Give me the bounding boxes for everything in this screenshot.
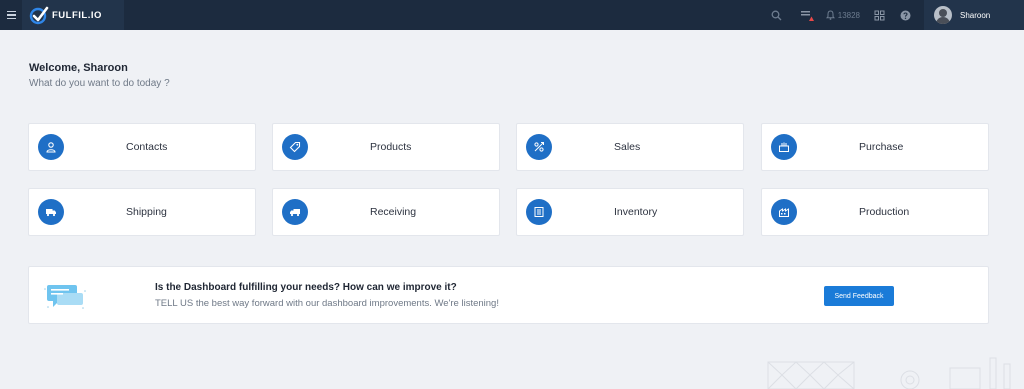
fulfil-logo-icon bbox=[29, 6, 49, 25]
welcome-subtitle: What do you want to do today ? bbox=[29, 78, 170, 89]
notifications[interactable]: 13828 bbox=[825, 10, 860, 20]
top-bar: FULFIL.IO 13828 Sharoon bbox=[0, 0, 1024, 30]
background-decoration bbox=[767, 357, 1011, 389]
tile-contacts[interactable]: Contacts bbox=[28, 123, 256, 171]
tile-products[interactable]: Products bbox=[272, 123, 500, 171]
chat-bubbles-icon bbox=[44, 285, 86, 309]
brand-name: FULFIL.IO bbox=[52, 9, 102, 21]
tile-purchase[interactable]: Purchase bbox=[761, 123, 989, 171]
avatar bbox=[934, 6, 952, 24]
tile-label: Sales bbox=[614, 141, 641, 153]
tile-label: Production bbox=[859, 206, 910, 218]
factory-icon bbox=[771, 199, 797, 225]
feedback-title: Is the Dashboard fulfilling your needs? … bbox=[155, 282, 457, 293]
brand-logo-link[interactable]: FULFIL.IO bbox=[22, 0, 124, 30]
tile-label: Inventory bbox=[614, 206, 658, 218]
tile-inventory[interactable]: Inventory bbox=[516, 188, 744, 236]
hamburger-menu-icon[interactable] bbox=[2, 0, 20, 30]
truck-icon bbox=[38, 199, 64, 225]
tile-label: Receiving bbox=[370, 206, 417, 218]
welcome-section: Welcome, Sharoon What do you want to do … bbox=[29, 62, 170, 89]
tag-icon bbox=[282, 134, 308, 160]
user-name: Sharoon bbox=[960, 10, 991, 20]
tile-label: Shipping bbox=[126, 206, 167, 218]
tile-sales[interactable]: Sales bbox=[516, 123, 744, 171]
apps-grid-icon[interactable] bbox=[872, 8, 886, 22]
feedback-text: TELL US the best way forward with our da… bbox=[155, 298, 499, 309]
purchase-icon bbox=[771, 134, 797, 160]
search-icon[interactable] bbox=[770, 8, 784, 22]
receiving-truck-icon bbox=[282, 199, 308, 225]
tile-production[interactable]: Production bbox=[761, 188, 989, 236]
user-menu[interactable]: Sharoon bbox=[924, 0, 1024, 30]
sales-icon bbox=[526, 134, 552, 160]
tile-receiving[interactable]: Receiving bbox=[272, 188, 500, 236]
tile-label: Products bbox=[370, 141, 412, 153]
welcome-title: Welcome, Sharoon bbox=[29, 62, 128, 74]
help-icon[interactable] bbox=[898, 8, 912, 22]
tile-shipping[interactable]: Shipping bbox=[28, 188, 256, 236]
tile-label: Contacts bbox=[126, 141, 168, 153]
feedback-banner: Is the Dashboard fulfilling your needs? … bbox=[28, 266, 989, 324]
tasks-alert-icon[interactable] bbox=[800, 8, 814, 22]
bell-icon bbox=[825, 10, 835, 20]
notification-count: 13828 bbox=[837, 10, 860, 20]
send-feedback-button[interactable]: Send Feedback bbox=[824, 286, 894, 306]
inventory-icon bbox=[526, 199, 552, 225]
tile-label: Purchase bbox=[859, 141, 904, 153]
contacts-icon bbox=[38, 134, 64, 160]
